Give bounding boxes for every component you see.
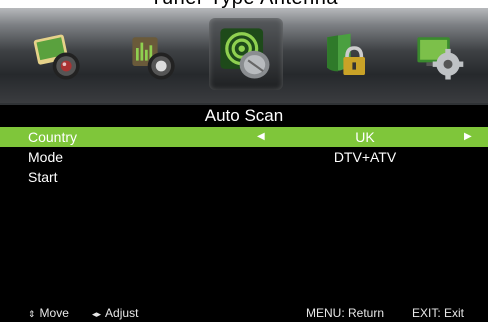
sound-icon[interactable]: [125, 28, 183, 86]
picture-icon[interactable]: [30, 28, 88, 86]
country-row[interactable]: Country ◀ UK ▶: [0, 127, 488, 147]
setup-icon[interactable]: [410, 28, 468, 86]
move-arrows-icon: ⇕: [28, 309, 36, 319]
settings-list: Country ◀ UK ▶ Mode DTV+ATV Start: [0, 127, 488, 187]
start-row[interactable]: Start: [0, 167, 488, 187]
country-value: UK: [355, 129, 375, 145]
adjust-hint: ◂▸ Adjust: [92, 306, 138, 322]
top-caption: Tuner Type Antenna: [0, 0, 488, 8]
channel-icon[interactable]: [209, 18, 283, 90]
move-label: Move: [39, 306, 69, 320]
screen-title: Auto Scan: [204, 106, 284, 125]
menu-icon-bar: [0, 8, 488, 103]
mode-row[interactable]: Mode DTV+ATV: [0, 147, 488, 167]
mode-value: DTV+ATV: [333, 149, 397, 165]
start-label: Start: [28, 169, 58, 185]
move-hint: ⇕ Move: [28, 306, 69, 322]
country-label: Country: [28, 129, 78, 145]
adjust-label: Adjust: [105, 306, 139, 320]
footer-hints: ⇕ Move ◂▸ Adjust MENU: Return EXIT: Exit: [0, 306, 488, 321]
left-arrow-icon[interactable]: ◀: [257, 127, 265, 147]
menu-return-hint: MENU: Return: [306, 306, 385, 320]
adjust-arrows-icon: ◂▸: [92, 309, 102, 319]
exit-hint: EXIT: Exit: [412, 306, 465, 320]
lock-icon[interactable]: [318, 28, 376, 86]
mode-label: Mode: [28, 149, 64, 165]
right-arrow-icon[interactable]: ▶: [464, 127, 472, 147]
